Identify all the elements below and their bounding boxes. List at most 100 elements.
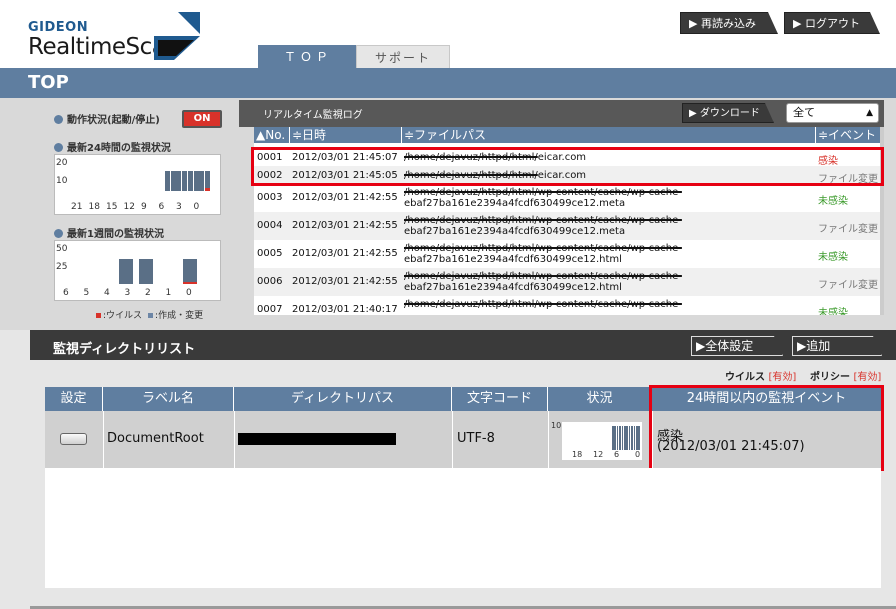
- log-no: 0005: [257, 248, 283, 259]
- chart7-virus-bar: [183, 282, 197, 284]
- dirlist-title: 監視ディレクトリリスト: [53, 342, 196, 357]
- global-settings-button[interactable]: ▶全体設定: [691, 336, 783, 356]
- status-bar: [636, 426, 638, 450]
- log-path-cont: ebaf27ba161e2394a4fcdf630499ce12.html: [404, 282, 622, 293]
- operation-toggle-button[interactable]: ON: [182, 110, 222, 128]
- operation-status-label: 動作状況(起動/停止): [54, 111, 160, 126]
- log-table: ▲No. ≑日時 ≑ファイルパス ≑イベント 0001 2012/03/01 21…: [254, 127, 880, 315]
- status-xlabel: 6: [614, 450, 620, 459]
- log-no: 0007: [257, 304, 283, 315]
- chart24-xlabel: 18: [88, 202, 100, 212]
- log-date: 2012/03/01 21:42:55: [292, 248, 398, 259]
- dirlist-empty-area: [45, 468, 881, 588]
- divider: [652, 411, 653, 468]
- select-arrows-icon: ▲: [866, 108, 873, 118]
- status-bar: [638, 426, 640, 450]
- log-date: 2012/03/01 21:42:55: [292, 276, 398, 287]
- status-xlabel: 12: [593, 450, 604, 459]
- filter-value: 全て: [793, 106, 815, 119]
- col-label: ラベル名: [103, 387, 234, 411]
- log-no: 0003: [257, 192, 283, 203]
- col-encoding: 文字コード: [452, 387, 548, 411]
- chart-legend: :ウイルス:作成・変更: [96, 308, 203, 321]
- log-event: 未感染: [818, 308, 848, 315]
- tab-top[interactable]: ＴＯＰ: [258, 45, 358, 69]
- log-row[interactable]: 0002 2012/03/01 21:45:05/home/dejavuz/htt…: [254, 166, 880, 185]
- log-row[interactable]: 0006 2012/03/01 21:42:55/home/dejavuz/htt…: [254, 268, 880, 296]
- left-gutter: [0, 330, 30, 609]
- log-path: /home/dejavuz/httpd/html/wp-content/cach…: [404, 215, 682, 226]
- log-path-cont: ebaf27ba161e2394a4fcdf630499ce12.html: [404, 254, 622, 265]
- chart24-bar: [164, 171, 170, 191]
- reload-button[interactable]: ▶ 再読み込み: [680, 12, 778, 34]
- col-no[interactable]: ▲No.: [254, 127, 290, 143]
- chart7-xlabel: 0: [186, 288, 192, 298]
- col-date[interactable]: ≑日時: [290, 127, 402, 143]
- status-ylabel: 10: [551, 421, 562, 430]
- chart24-xlabel: 9: [141, 202, 147, 212]
- directory-label: DocumentRoot: [107, 431, 204, 446]
- logout-button[interactable]: ▶ ログアウト: [784, 12, 880, 34]
- logo-mark-icon: [154, 12, 200, 60]
- status-xlabel: 18: [572, 450, 583, 459]
- divider: [103, 411, 104, 468]
- bullet-icon: [54, 115, 63, 124]
- log-row[interactable]: 0004 2012/03/01 21:42:55/home/dejavuz/htt…: [254, 212, 880, 240]
- status-bar: [631, 426, 633, 450]
- status-bar: [612, 426, 614, 450]
- directory-settings-button[interactable]: [60, 433, 87, 445]
- app-root: GIDEON RealtimeScan ▶ 再読み込み ▶ ログアウト ＴＯＰ …: [0, 0, 896, 609]
- directory-encoding: UTF-8: [457, 431, 495, 446]
- col-path[interactable]: ≑ファイルパス: [402, 127, 816, 143]
- log-row[interactable]: 0003 2012/03/01 21:42:55/home/dejavuz/htt…: [254, 184, 880, 212]
- log-event: 未感染: [818, 252, 848, 263]
- log-path: /home/dejavuz/httpd/html/eicar.com: [404, 170, 587, 181]
- chart7-xlabel: 4: [104, 288, 110, 298]
- chart7: 50 25 6 5 4 3 2 1 0: [54, 240, 221, 301]
- col-event[interactable]: ≑イベント: [816, 127, 880, 143]
- status-bar: [624, 426, 626, 450]
- chart7-xlabel: 3: [124, 288, 131, 298]
- col-dirpath: ディレクトリパス: [234, 387, 452, 411]
- change-legend-swatch: [148, 313, 154, 318]
- log-path: /home/dejavuz/httpd/html/wp-content/cach…: [404, 299, 682, 310]
- chart24-bar: [176, 171, 182, 191]
- policy-status-link[interactable]: [有効]: [853, 372, 881, 383]
- log-title: リアルタイム監視ログ: [263, 110, 363, 121]
- chart7-bar: [183, 258, 197, 284]
- status-bar: [619, 426, 621, 450]
- tab-support[interactable]: サポート: [356, 45, 450, 69]
- chart24-virus-bar: [205, 188, 211, 191]
- chart24-ylabel: 10: [56, 176, 68, 186]
- bullet-icon: [54, 143, 63, 152]
- col-settings: 設定: [45, 387, 103, 411]
- status-bar: [621, 426, 624, 450]
- log-row[interactable]: 0005 2012/03/01 21:42:55/home/dejavuz/htt…: [254, 240, 880, 268]
- add-directory-button[interactable]: ▶追加: [792, 336, 882, 356]
- chart24-title: 最新24時間の監視状況: [54, 139, 171, 154]
- chart24-bar: [187, 171, 193, 191]
- chart24-xlabel: 21: [71, 202, 83, 212]
- log-event: 感染: [818, 156, 838, 167]
- log-date: 2012/03/01 21:42:55: [292, 220, 398, 231]
- page-title-bar: TOP: [0, 68, 896, 98]
- logo: GIDEON RealtimeScan: [28, 12, 203, 62]
- log-scrollbar[interactable]: [880, 127, 884, 315]
- log-row[interactable]: 0001 2012/03/01 21:45:07/home/dejavuz/htt…: [254, 148, 880, 167]
- log-date: 2012/03/01 21:42:55: [292, 192, 398, 203]
- legend-change: :作成・変更: [155, 311, 204, 321]
- log-no: 0006: [257, 276, 283, 287]
- log-path-cont: ebaf27ba161e2394a4fcdf630499ce12.meta: [404, 198, 626, 209]
- download-button[interactable]: ▶ ダウンロード: [682, 103, 774, 123]
- event-filter-select[interactable]: 全て ▲: [786, 103, 879, 123]
- log-row[interactable]: 0007 2012/03/01 21:40:17/home/dejavuz/htt…: [254, 296, 880, 315]
- chart24-bar: [170, 171, 176, 191]
- event-time: (2012/03/01 21:45:07): [657, 439, 805, 454]
- chart24-ylabel: 20: [56, 158, 68, 168]
- policy-status: ポリシー [有効]: [810, 372, 882, 383]
- divider: [548, 411, 549, 468]
- status-xlabel: 0: [635, 450, 641, 459]
- log-path: /home/dejavuz/httpd/html/wp-content/cach…: [404, 243, 682, 254]
- status-bar: [614, 426, 616, 450]
- virus-status-link[interactable]: [有効]: [768, 372, 796, 383]
